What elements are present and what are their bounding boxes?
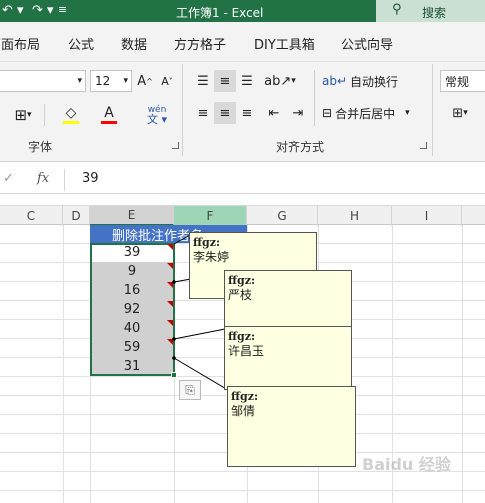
comment-author: ffgz: (228, 330, 256, 343)
worksheet-grid[interactable]: 删除批注作者名 39 9 16 92 40 59 31 ⎘ ffgz: 李朱婷 … (0, 225, 485, 503)
align-middle-icon[interactable]: ≡ (214, 70, 236, 92)
tab-data[interactable]: 数据 (121, 34, 147, 53)
watermark: Baidu 经验 (362, 455, 451, 474)
alignment-group-label: 对齐方式 (276, 140, 325, 154)
formula-input[interactable]: 39 (82, 171, 99, 186)
column-header-h[interactable]: H (318, 206, 392, 226)
column-header-e[interactable]: E (90, 206, 174, 226)
divider (432, 64, 433, 156)
column-header-f[interactable]: F (174, 206, 247, 226)
font-color-icon[interactable]: A (92, 102, 126, 126)
borders-icon[interactable]: ⊞ ▾ (8, 104, 38, 126)
ribbon-body: ▾ 12 ▾ A ^ A ˅ ⊞ ▾ ◇ A wén 文 ▾ 字体 ☰ ≡ ☰ ab↗ … (0, 62, 485, 162)
merge-center-button[interactable]: ⊟ 合并后居中 ▾ (322, 102, 410, 124)
decrease-indent-icon[interactable]: ⇤ (264, 102, 284, 124)
search-label: 搜索 (422, 6, 447, 20)
orientation-icon[interactable]: ab↗ ▾ (262, 70, 298, 92)
align-center-icon[interactable]: ≡ (214, 102, 236, 124)
divider (182, 64, 183, 156)
divider (44, 104, 45, 126)
alignment-dialog-launcher-icon[interactable] (420, 142, 427, 149)
comment-box[interactable]: ffgz: 邹倩 (227, 386, 356, 467)
tab-formula-wizard[interactable]: 公式向导 (341, 34, 393, 53)
comment-text: 许昌玉 (228, 344, 265, 358)
increase-font-icon[interactable]: A ^ (136, 72, 154, 90)
number-format-combo[interactable]: 常规 (440, 70, 485, 92)
phonetic-guide-icon[interactable]: wén 文 ▾ (140, 102, 174, 128)
wrap-text-icon: ab↵ (322, 74, 348, 88)
font-group-label: 字体 (28, 140, 53, 154)
title-bar: ↶ ▾ ↷ ▾ ≡ 工作簿1 - Excel ⚲ 搜索 (0, 0, 485, 22)
undo-icon[interactable]: ↶ ▾ (2, 3, 24, 18)
window-title: 工作簿1 - Excel (176, 6, 264, 20)
divider (64, 169, 65, 191)
redo-icon[interactable]: ↷ ▾ (32, 3, 54, 18)
tab-fangfang-gezi[interactable]: 方方格子 (174, 34, 226, 53)
font-dialog-launcher-icon[interactable] (172, 142, 179, 149)
accounting-format-icon[interactable]: ⊞ ▾ (442, 102, 478, 124)
fill-color-icon[interactable]: ◇ (54, 102, 88, 126)
comment-text: 邹倩 (231, 404, 256, 418)
wrap-text-button[interactable]: ab↵ 自动换行 (322, 70, 398, 92)
align-right-icon[interactable]: ≡ (236, 102, 258, 124)
font-name-combo[interactable]: ▾ (0, 70, 86, 92)
column-header-d[interactable]: D (63, 206, 90, 226)
column-header-c[interactable]: C (0, 206, 63, 226)
align-bottom-icon[interactable]: ☰ (236, 70, 258, 92)
align-top-icon[interactable]: ☰ (192, 70, 214, 92)
column-headers: C D E F G H I (0, 205, 485, 226)
comment-text: 严枝 (228, 288, 253, 302)
comment-text: 李朱婷 (193, 250, 230, 264)
comment-author: ffgz: (231, 390, 259, 403)
paste-options-icon[interactable]: ⎘ (179, 380, 201, 400)
column-header-g[interactable]: G (247, 206, 318, 226)
quick-access-customize-icon[interactable]: ≡ (58, 3, 67, 16)
comment-box[interactable]: ffgz: 严枝 (224, 270, 352, 328)
comment-box[interactable]: ffgz: 许昌玉 (224, 326, 352, 390)
align-left-icon[interactable]: ≡ (192, 102, 214, 124)
search-box[interactable]: ⚲ 搜索 (376, 0, 485, 22)
ribbon-tabs: 页面布局 公式 数据 方方格子 DIY工具箱 公式向导 (0, 22, 485, 62)
decrease-font-icon[interactable]: A ˅ (158, 72, 176, 90)
tab-page-layout[interactable]: 页面布局 (0, 34, 40, 53)
tab-diy-toolbox[interactable]: DIY工具箱 (254, 34, 315, 53)
fx-icon[interactable]: fx (37, 171, 49, 186)
search-icon: ⚲ (392, 2, 402, 17)
increase-indent-icon[interactable]: ⇥ (288, 102, 308, 124)
divider (314, 70, 315, 126)
cancel-icon[interactable]: ✓ (3, 171, 14, 186)
column-header-i[interactable]: I (392, 206, 462, 226)
formula-bar: ✓ fx 39 (0, 166, 485, 194)
tab-formulas[interactable]: 公式 (68, 34, 94, 53)
font-size-combo[interactable]: 12 ▾ (90, 70, 132, 92)
merge-center-icon: ⊟ (322, 106, 333, 120)
comment-author: ffgz: (228, 274, 256, 287)
comment-author: ffgz: (193, 236, 221, 249)
